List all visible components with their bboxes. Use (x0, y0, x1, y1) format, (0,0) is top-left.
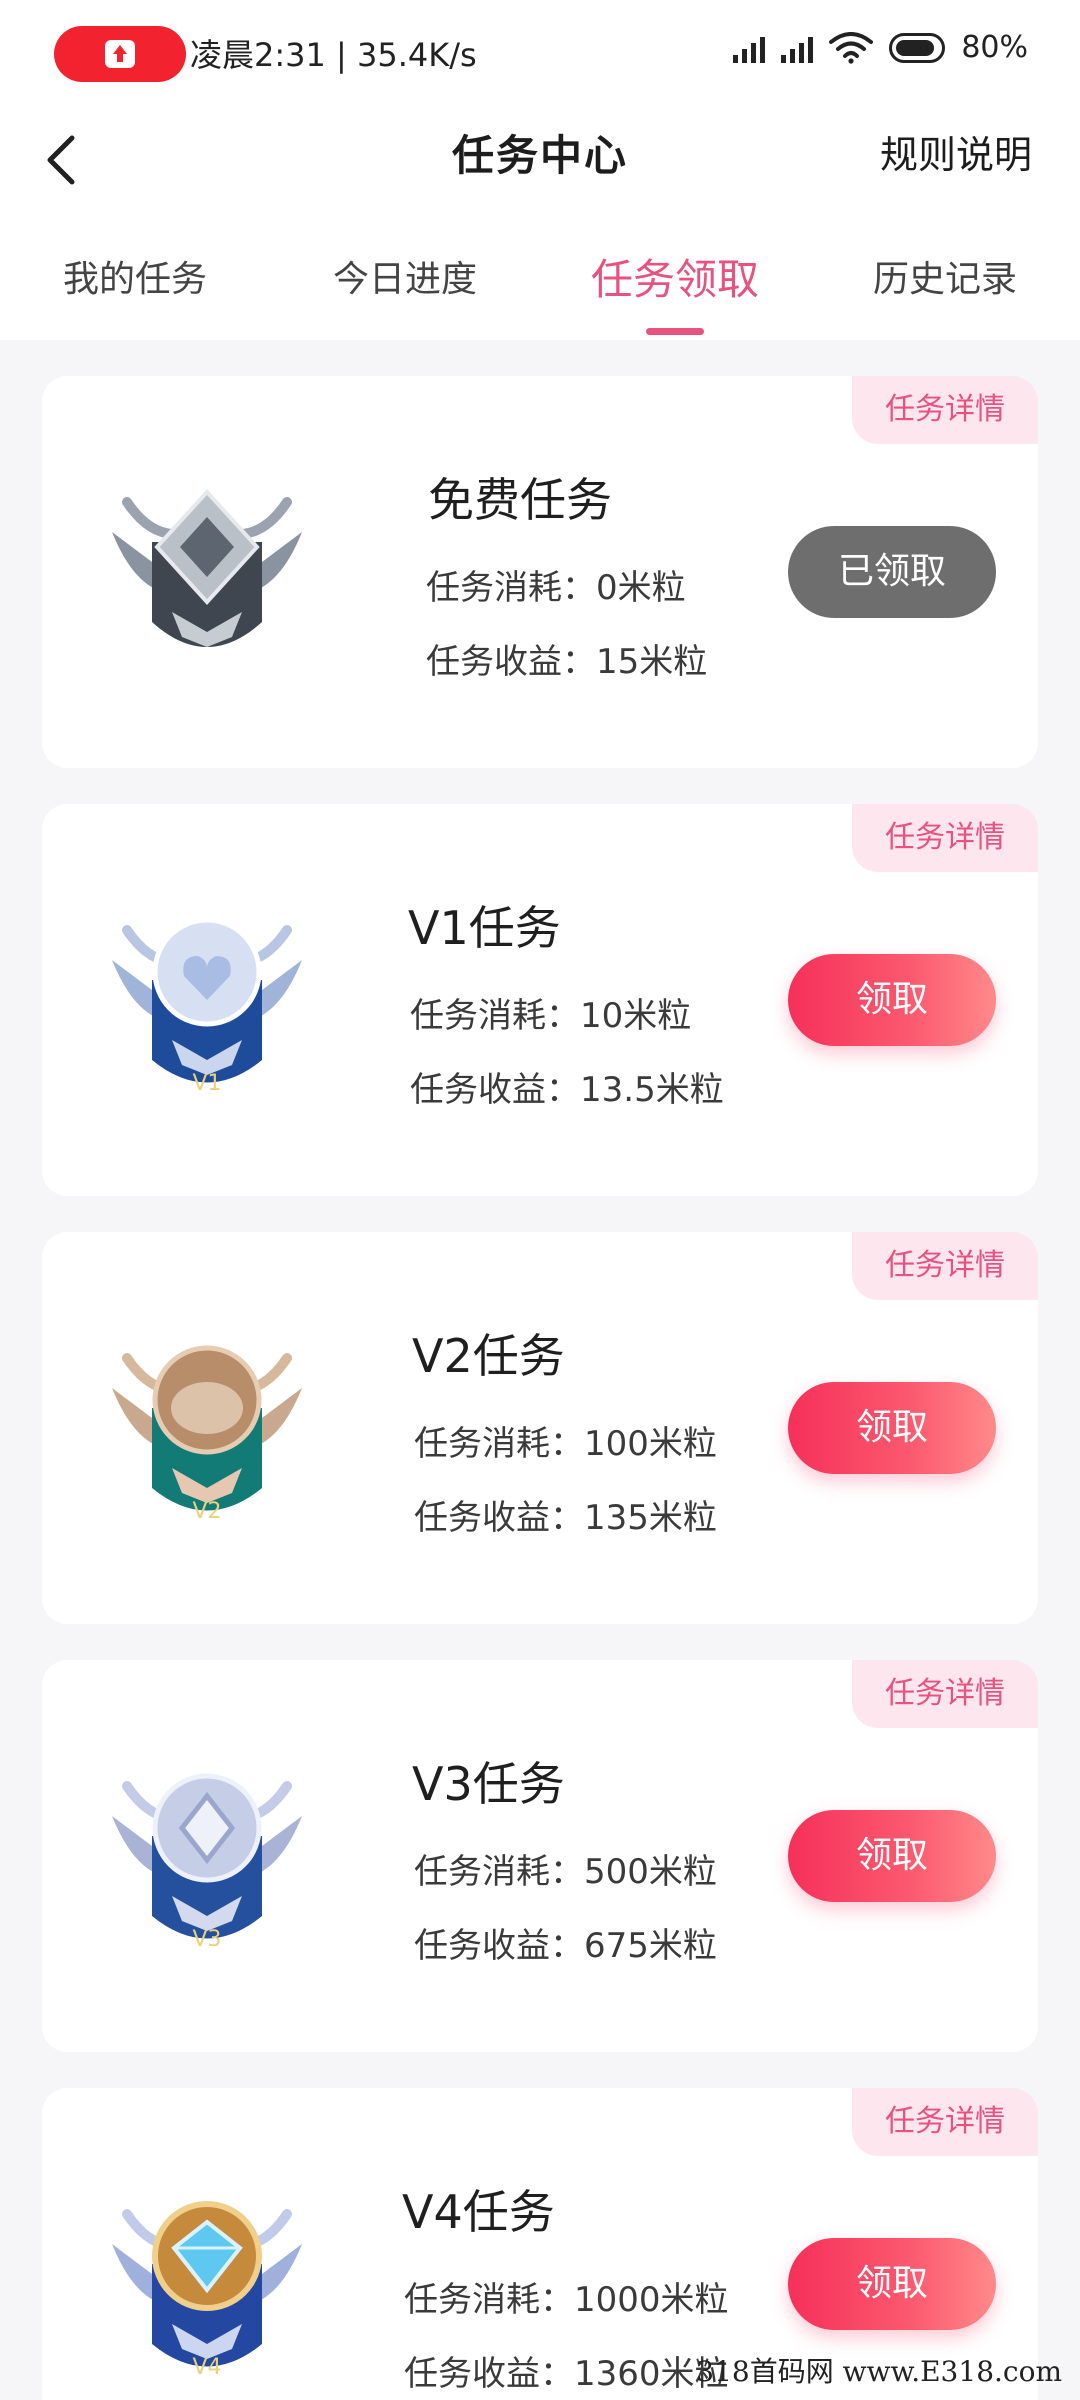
page-header: 任务中心 规则说明 我的任务 今日进度 任务领取 历史记录 (0, 110, 1080, 340)
task-card-free: 任务详情 免费任务 任务消耗：0米粒 任务收益：15米粒 已领取 (42, 376, 1038, 768)
task-detail-button[interactable]: 任务详情 (852, 2088, 1038, 2156)
task-reward: 任务收益：135米粒 (414, 1498, 717, 1538)
task-card-v2: 任务详情 V2 V2任务 任务消耗：100米粒 任务收益：135米粒 领取 (42, 1232, 1038, 1624)
task-card-v1: 任务详情 V1 V1任务 任务消耗：10米粒 任务收益：13.5米粒 领取 (42, 804, 1038, 1196)
v2-badge-label: V2 (192, 1499, 221, 1524)
task-cost: 任务消耗：1000米粒 (404, 2280, 729, 2320)
task-name: V1任务 (408, 901, 561, 955)
battery-icon (889, 32, 946, 63)
v3-rank-badge-icon: V3 (112, 1773, 302, 1952)
battery-percent: 80% (961, 30, 1028, 65)
claim-button[interactable]: 领取 (788, 954, 996, 1046)
claim-button[interactable]: 领取 (788, 1382, 996, 1474)
v2-rank-badge-icon: V2 (112, 1345, 302, 1524)
silver-rank-badge-icon (112, 489, 302, 647)
watermark-text: 318首码网 www.E318.com (696, 2355, 1062, 2388)
v1-badge-label: V1 (192, 1071, 221, 1096)
wifi-icon (829, 31, 874, 64)
tab-my-tasks[interactable]: 我的任务 (20, 250, 250, 302)
task-card-v3: 任务详情 V3 V3任务 任务消耗：500米粒 任务收益：675米粒 领取 (42, 1660, 1038, 2052)
screen-record-indicator[interactable] (54, 26, 186, 82)
task-cost: 任务消耗：500米粒 (414, 1852, 717, 1892)
tab-bar: 我的任务 今日进度 任务领取 历史记录 (0, 240, 1080, 340)
status-bar: 凌晨2:31 | 35.4K/s 80% (0, 0, 1080, 110)
claimed-button[interactable]: 已领取 (788, 526, 996, 618)
task-name: V2任务 (412, 1329, 565, 1383)
task-detail-button[interactable]: 任务详情 (852, 1232, 1038, 1300)
tab-today-progress[interactable]: 今日进度 (290, 250, 520, 302)
task-detail-button[interactable]: 任务详情 (852, 376, 1038, 444)
rules-link[interactable]: 规则说明 (880, 124, 1032, 179)
task-cost: 任务消耗：10米粒 (410, 996, 692, 1036)
task-name: V4任务 (402, 2185, 555, 2239)
upload-arrow-icon (105, 40, 135, 68)
v3-badge-label: V3 (192, 1927, 221, 1952)
claim-button[interactable]: 领取 (788, 2238, 996, 2330)
task-detail-button[interactable]: 任务详情 (852, 1660, 1038, 1728)
status-indicators: 80% (733, 30, 1028, 65)
v4-rank-badge-icon: V4 (112, 2201, 302, 2380)
task-name: V3任务 (412, 1757, 565, 1811)
v1-rank-badge-icon: V1 (112, 917, 302, 1096)
task-reward: 任务收益：15米粒 (426, 642, 708, 682)
task-reward: 任务收益：13.5米粒 (410, 1070, 724, 1110)
tab-task-claim[interactable]: 任务领取 (560, 246, 790, 307)
task-reward: 任务收益：675米粒 (414, 1926, 717, 1966)
task-cost: 任务消耗：100米粒 (414, 1424, 717, 1464)
task-name: 免费任务 (428, 473, 612, 527)
task-detail-button[interactable]: 任务详情 (852, 804, 1038, 872)
claim-button[interactable]: 领取 (788, 1810, 996, 1902)
active-tab-indicator (646, 328, 704, 335)
status-time-speed: 凌晨2:31 | 35.4K/s (190, 36, 477, 74)
task-reward: 任务收益：1360米粒 (404, 2354, 729, 2394)
v4-badge-label: V4 (192, 2355, 221, 2380)
signal-icon-2 (781, 33, 814, 63)
tab-history[interactable]: 历史记录 (830, 250, 1060, 302)
task-cost: 任务消耗：0米粒 (426, 568, 686, 608)
signal-icon (733, 33, 766, 63)
